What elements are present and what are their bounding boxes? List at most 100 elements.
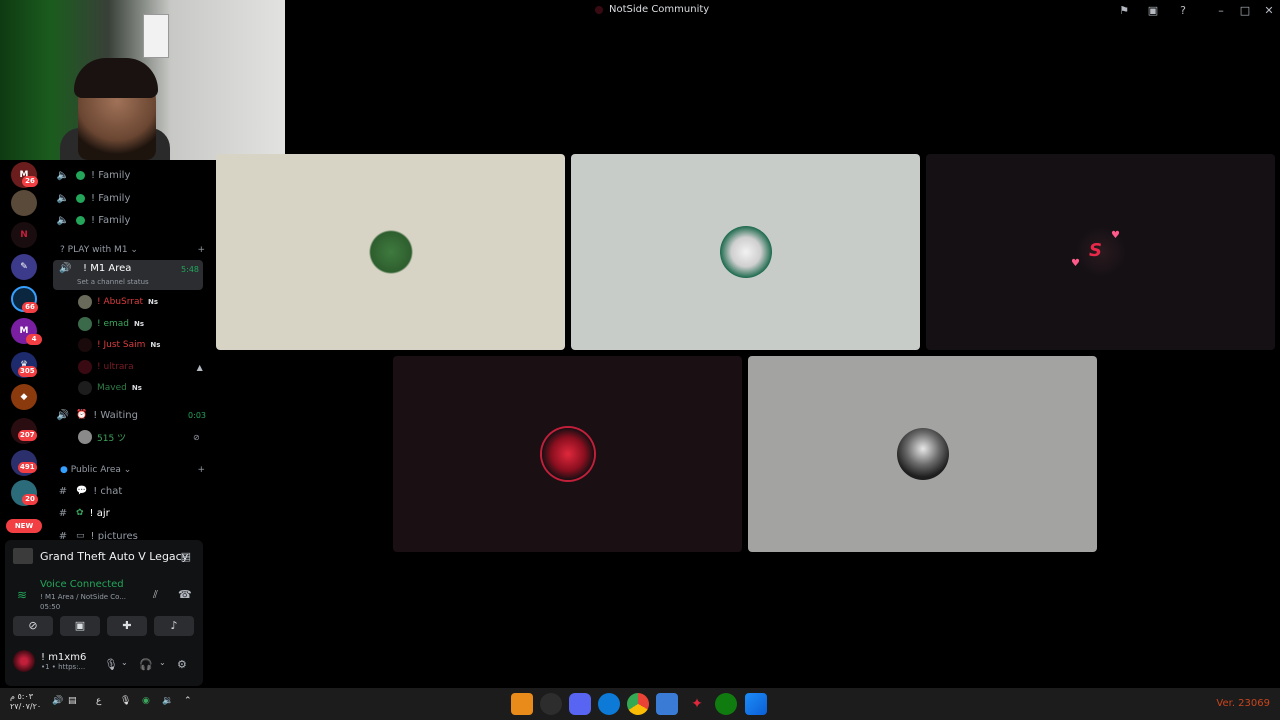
headphones-icon[interactable]: 🎧 [139, 658, 153, 671]
microphone-icon[interactable]: 🎙 [104, 658, 118, 671]
server-icon [595, 5, 603, 14]
user-area[interactable]: ! m1xm6 •1 • https:... [13, 650, 86, 672]
version-label: Ver. 23069 [1216, 698, 1270, 709]
voice-channel-m1-area[interactable]: 🔊 ! M1 Area 5:48 Set a channel status [53, 260, 203, 290]
video-tile-bw[interactable] [748, 356, 1097, 552]
user-avatar [542, 428, 594, 480]
voice-user[interactable]: ! ultrara ▲ [78, 357, 203, 377]
voice-channel-link[interactable]: ! M1 Area / NotSide Co... [40, 593, 126, 601]
voice-user[interactable]: Maved Ns [78, 378, 142, 398]
settings-gear-icon[interactable]: ⚙ [177, 658, 187, 671]
mic-tray-icon[interactable]: 🎙 [120, 696, 131, 706]
heart-icon: ♥ [1111, 230, 1120, 241]
category-public[interactable]: ● Public Area ⌄ + [60, 465, 205, 475]
user-name: ! AbuSrrat [97, 297, 144, 307]
chevron-down-icon[interactable]: ⌄ [121, 658, 128, 667]
window-title: NotSide Community [595, 4, 709, 15]
user-name: ! Just Saim [97, 340, 146, 350]
app-icon-chrome[interactable] [627, 693, 649, 715]
app-icon-discord[interactable] [569, 693, 591, 715]
app-icon-store[interactable] [656, 693, 678, 715]
speaker-tray-icon[interactable]: 🔉 [162, 696, 173, 706]
video-tile-logo[interactable]: S ♥ ♥ [926, 154, 1275, 350]
activities-button[interactable]: ✚ [107, 616, 147, 636]
close-icon[interactable]: ✕ [1261, 3, 1277, 19]
disconnect-icon[interactable]: ☎ [178, 588, 192, 601]
hash-icon: # [58, 507, 68, 519]
flag-icon[interactable]: ⚑ [1116, 3, 1132, 19]
text-channel-ajr[interactable]: # ✿ ! ajr [56, 503, 206, 523]
user-name: 515 ツ [97, 433, 127, 444]
voice-user[interactable]: ! AbuSrrat Ns [78, 292, 158, 312]
video-tile-emblem[interactable] [216, 154, 565, 350]
text-channel-chat[interactable]: # 💬 ! chat [56, 481, 206, 501]
game-icon [13, 548, 33, 564]
server-icon-notside[interactable]: N [11, 222, 37, 248]
voice-channel-family[interactable]: 🔈 ! Family [56, 188, 206, 208]
channel-list: 🔈 ! Family 🔈 ! Family 🔈 ! Family ? PLAY … [48, 160, 208, 540]
activities-icon: ✚ [122, 619, 132, 632]
chevron-down-icon[interactable]: ⌄ [159, 658, 166, 667]
voice-channel-family[interactable]: 🔈 ! Family [56, 165, 206, 185]
tray-clock[interactable]: ٥:٠٣ م ٢٧/٠٧/٢٠ [10, 692, 41, 712]
network-icon[interactable]: ▤ [68, 696, 77, 706]
heart-icon: ♥ [1071, 258, 1080, 269]
signal-icon[interactable]: ≋ [17, 588, 27, 602]
app-icon-windows[interactable] [745, 693, 767, 715]
voice-user[interactable]: ! Just Saim Ns [78, 335, 160, 355]
volume-icon[interactable]: 🔊 [52, 696, 63, 706]
voice-channel-family[interactable]: 🔈 ! Family [56, 210, 206, 230]
help-icon[interactable]: ? [1175, 3, 1191, 19]
server-icon-diamond[interactable]: ◆ [11, 384, 37, 410]
soundboard-button[interactable]: ♪ [154, 616, 194, 636]
channel-status[interactable]: Set a channel status [77, 278, 149, 286]
logo-letter: S [1089, 240, 1102, 261]
server-badge: 66 [22, 302, 38, 313]
server-badge: 26 [22, 176, 38, 187]
app-icon-obs[interactable] [540, 693, 562, 715]
voice-user[interactable]: 515 ツ ⊘ [78, 427, 200, 447]
minimize-icon[interactable]: – [1213, 3, 1229, 19]
speaker-icon: 🔈 [56, 169, 70, 181]
add-channel-icon[interactable]: + [197, 465, 205, 475]
video-tile-portrait[interactable] [571, 154, 920, 350]
logo-avatar: S ♥ ♥ [1071, 226, 1127, 278]
avatar [78, 338, 92, 352]
noise-suppression-icon[interactable]: ⫽ [153, 588, 158, 602]
app-icon-xbox[interactable] [715, 693, 737, 715]
avatar [78, 430, 92, 444]
category-play[interactable]: ? PLAY with M1 ⌄ + [60, 245, 205, 255]
app-icon-vlc[interactable] [511, 693, 533, 715]
taskbar: ٥:٠٣ م ٢٧/٠٧/٢٠ 🔊 ▤ ع 🎙 ◉ 🔉 ⌃ ✦ Ver. 230… [0, 688, 1280, 720]
inbox-icon[interactable]: ▣ [1145, 3, 1161, 19]
security-icon[interactable]: ◉ [142, 696, 150, 706]
app-icon-edge[interactable] [598, 693, 620, 715]
person-hair [74, 58, 158, 98]
status-dot [76, 193, 85, 203]
voice-user[interactable]: ! emad Ns [78, 314, 144, 334]
speaker-icon: 🔊 [59, 263, 72, 274]
server-icon-feather[interactable]: ✎ [11, 254, 37, 280]
voice-status[interactable]: Voice Connected [40, 579, 124, 590]
chevron-up-icon[interactable]: ⌃ [184, 696, 192, 706]
activity-icon[interactable]: ▤ [181, 550, 191, 563]
app-icon-red[interactable]: ✦ [686, 693, 708, 715]
screenshare-button[interactable]: ▣ [60, 616, 100, 636]
globe-icon: ● [60, 465, 71, 475]
text-channel-pictures[interactable]: # ▭ ! pictures [56, 526, 206, 541]
video-tile-speaking[interactable] [393, 356, 742, 552]
maximize-icon[interactable]: □ [1237, 3, 1253, 19]
speaker-icon: 🔈 [56, 192, 70, 204]
status-dot [76, 215, 85, 225]
camera-button[interactable]: ⊘ [13, 616, 53, 636]
voice-channel-waiting[interactable]: 🔊 ⏰ ! Waiting 0:03 [56, 405, 206, 425]
new-badge[interactable]: NEW [6, 519, 42, 533]
game-activity[interactable]: Grand Theft Auto V Legacy [13, 548, 188, 564]
webcam-overlay [0, 0, 285, 160]
add-channel-icon[interactable]: + [197, 245, 205, 255]
hash-icon: # [58, 530, 68, 541]
channel-name: ! Family [91, 169, 131, 181]
server-icon-people[interactable] [11, 190, 37, 216]
language-indicator[interactable]: ع [96, 696, 101, 706]
category-label: PLAY with M1 [67, 245, 128, 255]
